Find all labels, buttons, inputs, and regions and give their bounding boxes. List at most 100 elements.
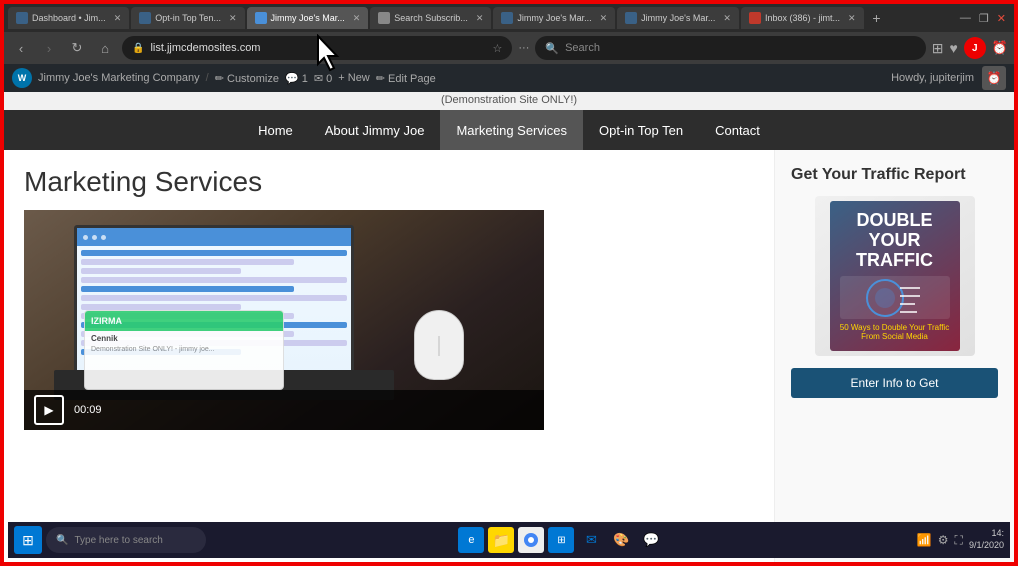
start-button[interactable]: ⊞ (14, 526, 42, 554)
taskbar-icon-mail[interactable]: ✉ (578, 527, 604, 553)
tab-icon-jimmy2 (501, 12, 513, 24)
wp-right-area: Howdy, jupiterjim ⏰ (891, 66, 1006, 90)
enter-info-button[interactable]: Enter Info to Get (791, 368, 998, 398)
tablet-title: Cennik (85, 331, 283, 346)
taskbar-icon-store[interactable]: ⊞ (548, 527, 574, 553)
screen-line2 (81, 259, 294, 265)
collections-icon[interactable]: ♥ (950, 40, 958, 56)
wp-new-link[interactable]: + New (338, 72, 370, 84)
tab-jimmy-active[interactable]: Jimmy Joe's Mar... ✕ (247, 7, 369, 29)
tab-close-jimmy3[interactable]: ✕ (723, 13, 731, 24)
traffic-book-image: DOUBLEYOURTRAFFIC 50 Ways to D (815, 196, 975, 356)
mouse-object (414, 310, 464, 380)
wp-edit-page-link[interactable]: ✏ Edit Page (376, 72, 436, 85)
howdy-text: Howdy, jupiterjim (891, 72, 974, 84)
tab-label-dashboard: Dashboard • Jim... (32, 13, 106, 23)
forward-button[interactable]: › (38, 37, 60, 59)
more-options-button[interactable]: ··· (518, 42, 529, 54)
tab-optin[interactable]: Opt-in Top Ten... ✕ (131, 7, 244, 29)
nav-item-contact[interactable]: Contact (699, 110, 776, 150)
tab-label-jimmy: Jimmy Joe's Mar... (271, 13, 345, 23)
screen-line3 (81, 268, 241, 274)
restore-button[interactable]: ❐ (979, 12, 989, 25)
tab-dashboard[interactable]: Dashboard • Jim... ✕ (8, 7, 129, 29)
tab-label-search: Search Subscrib... (394, 13, 468, 23)
mouse-line (439, 336, 440, 356)
clock-icon[interactable]: ⏰ (992, 40, 1008, 56)
address-bar[interactable]: 🔒 list.jjmcdemosites.com ☆ (122, 36, 512, 60)
tab-jimmy2[interactable]: Jimmy Joe's Mar... ✕ (493, 7, 615, 29)
profile-button[interactable]: J (964, 37, 986, 59)
close-button[interactable]: ✕ (997, 12, 1006, 25)
tab-label-jimmy2: Jimmy Joe's Mar... (517, 13, 591, 23)
tab-jimmy3[interactable]: Jimmy Joe's Mar... ✕ (617, 7, 739, 29)
nav-item-marketing[interactable]: Marketing Services (440, 110, 583, 150)
page-title: Marketing Services (24, 166, 754, 198)
taskbar-icon-edge[interactable]: e (458, 527, 484, 553)
screen-line6 (81, 295, 347, 301)
taskbar-icon-paint[interactable]: 🎨 (608, 527, 634, 553)
taskbar-icon-files[interactable]: 📁 (488, 527, 514, 553)
signal-icon: 📶 (917, 533, 932, 547)
tab-bar: Dashboard • Jim... ✕ Opt-in Top Ten... ✕… (4, 4, 1014, 32)
tab-label-jimmy3: Jimmy Joe's Mar... (641, 13, 715, 23)
tab-inbox[interactable]: Inbox (386) - jimt... ✕ (741, 7, 864, 29)
wp-messages-link[interactable]: ✉ 0 (314, 72, 332, 85)
video-time: 00:09 (74, 404, 102, 416)
tablet-subtitle: Demonstration Site ONLY! - jimmy joe... (85, 346, 283, 353)
content-image: IZIRMA Cennik Demonstration Site ONLY! -… (24, 210, 544, 430)
tab-search-sub[interactable]: Search Subscrib... ✕ (370, 7, 491, 29)
taskbar-clock: 14: 9/1/2020 (969, 528, 1004, 551)
taskbar-search-icon: 🔍 (56, 535, 68, 546)
nav-item-optin[interactable]: Opt-in Top Ten (583, 110, 699, 150)
taskbar-search-text: Type here to search (74, 535, 162, 546)
taskbar-center: e 📁 ⊞ ✉ 🎨 💬 (210, 527, 913, 553)
wp-logo: W (12, 68, 32, 88)
new-tab-button[interactable]: + (866, 7, 888, 29)
wp-customize-link[interactable]: ✏ Customize (215, 72, 279, 85)
search-icon: 🔍 (545, 42, 559, 55)
wp-comments-link[interactable]: 💬 1 (285, 72, 308, 85)
minimize-button[interactable]: — (960, 12, 971, 24)
tab-icon-jimmy (255, 12, 267, 24)
address-text: list.jjmcdemosites.com (150, 42, 260, 54)
wp-admin-bar: W Jimmy Joe's Marketing Company / ✏ Cust… (4, 64, 1014, 92)
toolbar-icons: ⊞ ♥ J ⏰ (932, 37, 1008, 59)
bookmark-icon[interactable]: ☆ (493, 42, 503, 55)
play-button[interactable]: ▶ (34, 395, 64, 425)
main-content: Marketing Services (4, 150, 774, 562)
tab-close-jimmy[interactable]: ✕ (353, 13, 361, 24)
refresh-button[interactable]: ↻ (66, 37, 88, 59)
taskbar-icon-chrome[interactable] (518, 527, 544, 553)
home-button[interactable]: ⌂ (94, 37, 116, 59)
lock-icon: 🔒 (132, 43, 144, 54)
fullscreen-icon[interactable]: ⛶ (955, 533, 963, 548)
windows-taskbar: ⊞ 🔍 Type here to search e 📁 ⊞ ✉ 🎨 💬 📶 ⚙ … (8, 522, 1010, 558)
main-layout: Marketing Services (4, 150, 1014, 562)
taskbar-icon-3[interactable]: 💬 (638, 527, 664, 553)
settings-icon[interactable]: ⚙ (938, 533, 949, 547)
book-chart-icon (865, 278, 925, 318)
back-button[interactable]: ‹ (10, 37, 32, 59)
tab-close-optin[interactable]: ✕ (229, 13, 237, 24)
tab-close-inbox[interactable]: ✕ (848, 13, 856, 24)
screen-line5 (81, 286, 294, 292)
tab-icon-jimmy3 (625, 12, 637, 24)
tab-close-search[interactable]: ✕ (476, 13, 484, 24)
screen-dot2 (92, 235, 97, 240)
tab-close-dashboard[interactable]: ✕ (114, 13, 122, 24)
extensions-icon[interactable]: ⊞ (932, 40, 944, 57)
book-image-area (840, 276, 950, 319)
tab-icon-dashboard (16, 12, 28, 24)
nav-item-about[interactable]: About Jimmy Joe (309, 110, 441, 150)
search-box[interactable]: 🔍 Search (535, 36, 925, 60)
wp-clock-icon[interactable]: ⏰ (982, 66, 1006, 90)
demo-notice: (Demonstration Site ONLY!) (4, 92, 1014, 110)
nav-item-home[interactable]: Home (242, 110, 309, 150)
browser-chrome: Dashboard • Jim... ✕ Opt-in Top Ten... ✕… (4, 4, 1014, 64)
tab-close-jimmy2[interactable]: ✕ (600, 13, 608, 24)
sidebar: Get Your Traffic Report DOUBLEYOURTRAFFI… (774, 150, 1014, 562)
taskbar-search[interactable]: 🔍 Type here to search (46, 527, 206, 553)
screen-dot3 (101, 235, 106, 240)
wp-site-name[interactable]: Jimmy Joe's Marketing Company (38, 72, 200, 84)
